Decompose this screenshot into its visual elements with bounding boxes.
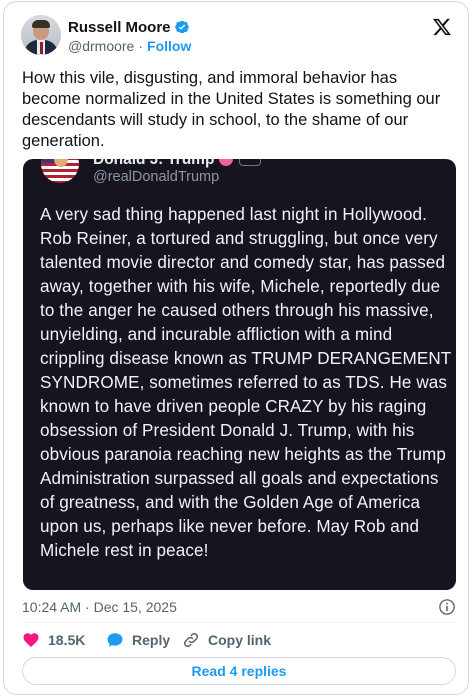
tweet-timestamp[interactable]: 10:24 AM · Dec 15, 2025: [22, 598, 177, 616]
author-display-name[interactable]: Russell Moore: [68, 19, 171, 36]
author-handle[interactable]: @drmoore: [68, 38, 134, 54]
info-icon[interactable]: [438, 598, 456, 616]
reply-bubble-icon: [107, 633, 123, 647]
copy-link-label: Copy link: [208, 632, 272, 648]
verified-badge-icon: [174, 19, 190, 35]
embedded-post-display-name: Donald J. Trump: [93, 159, 215, 168]
copy-link-button[interactable]: Copy link: [182, 630, 271, 650]
like-count: 18.5K: [48, 632, 86, 648]
author-avatar[interactable]: [21, 15, 61, 55]
reply-button[interactable]: Reply: [106, 630, 170, 650]
embedded-post-avatar: [41, 159, 79, 183]
like-button[interactable]: 18.5K: [22, 630, 85, 650]
author-handle-row: @drmoore · Follow: [68, 37, 191, 55]
embedded-post-text: A very sad thing happened last night in …: [40, 205, 451, 560]
reply-label: Reply: [132, 632, 171, 648]
link-icon: [183, 632, 199, 648]
embedded-post-handle: @realDonaldTrump: [93, 169, 220, 185]
tweet-card: Russell Moore @drmoore · Follow How this…: [3, 1, 469, 695]
embedded-post-badge-icon: [219, 159, 233, 166]
embedded-post-more-icon: [239, 159, 261, 166]
heart-icon: [23, 633, 39, 648]
read-replies-button[interactable]: Read 4 replies: [22, 657, 456, 685]
x-logo-icon[interactable]: [432, 17, 452, 37]
follow-button[interactable]: Follow: [147, 38, 191, 54]
embedded-post-image[interactable]: Donald J. Trump @realDonaldTrump A very …: [23, 159, 456, 590]
divider: [22, 622, 456, 623]
author-name-row: Russell Moore: [68, 17, 190, 37]
tweet-text: How this vile, disgusting, and immoral b…: [22, 69, 441, 150]
separator-dot: ·: [138, 38, 144, 54]
